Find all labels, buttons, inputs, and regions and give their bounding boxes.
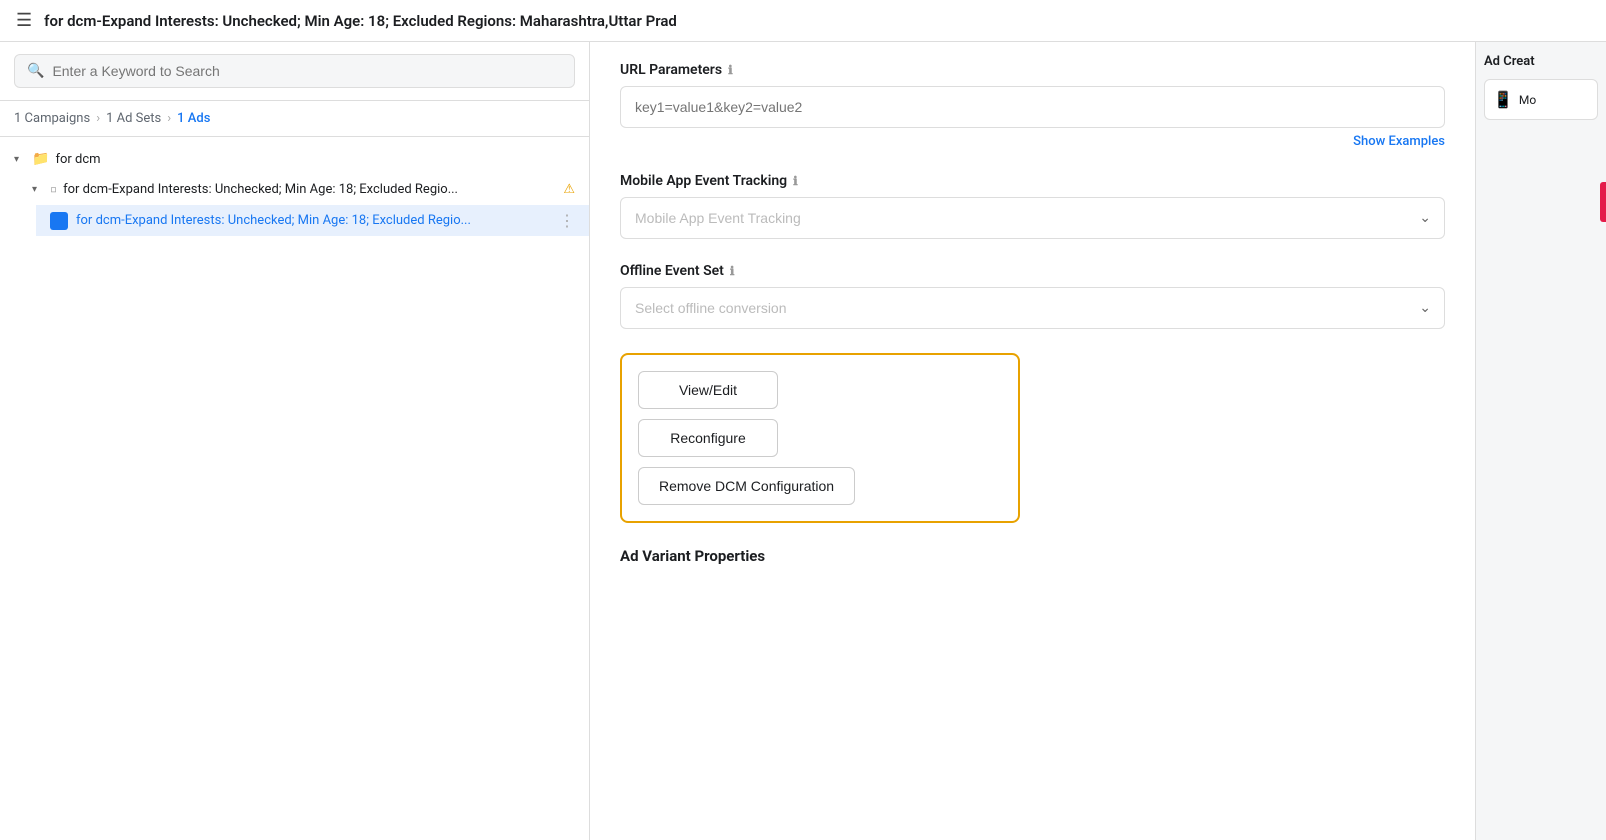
mobile-app-select[interactable]: Mobile App Event Tracking bbox=[620, 197, 1445, 239]
breadcrumb: 1 Campaigns › 1 Ad Sets › 1 Ads bbox=[0, 101, 589, 137]
mobile-app-select-wrapper: Mobile App Event Tracking ⌄ bbox=[620, 197, 1445, 239]
search-wrapper: 🔍 bbox=[14, 54, 575, 88]
url-parameters-group: URL Parameters ℹ Show Examples bbox=[620, 62, 1445, 149]
page-title: for dcm-Expand Interests: Unchecked; Min… bbox=[44, 12, 677, 30]
tree-ad-indent: for dcm-Expand Interests: Unchecked; Min… bbox=[36, 205, 589, 236]
url-parameters-label: URL Parameters ℹ bbox=[620, 62, 1445, 78]
adset-label: for dcm-Expand Interests: Unchecked; Min… bbox=[63, 182, 557, 197]
mobile-app-event-tracking-group: Mobile App Event Tracking ℹ Mobile App E… bbox=[620, 173, 1445, 239]
search-icon: 🔍 bbox=[27, 63, 44, 79]
tree-ad-node[interactable]: for dcm-Expand Interests: Unchecked; Min… bbox=[36, 205, 589, 236]
main-layout: 🔍 1 Campaigns › 1 Ad Sets › 1 Ads ▾ 📁 fo… bbox=[0, 42, 1606, 840]
ad-menu-icon[interactable]: ⋮ bbox=[559, 211, 575, 230]
adset-chevron-icon: ▾ bbox=[32, 184, 44, 195]
offline-event-set-group: Offline Event Set ℹ Select offline conve… bbox=[620, 263, 1445, 329]
adset-icon: ▫ bbox=[50, 179, 57, 199]
red-indicator bbox=[1600, 182, 1606, 222]
right-panel-title: Ad Creat bbox=[1484, 54, 1598, 69]
tree-adset-indent: ▾ ▫ for dcm-Expand Interests: Unchecked;… bbox=[18, 173, 589, 205]
campaign-label: for dcm bbox=[55, 152, 575, 167]
breadcrumb-adsets[interactable]: 1 Ad Sets bbox=[106, 111, 161, 126]
folder-icon: 📁 bbox=[32, 151, 49, 167]
breadcrumb-sep-2: › bbox=[167, 111, 171, 126]
remove-dcm-button[interactable]: Remove DCM Configuration bbox=[638, 467, 855, 505]
sidebar-toggle-icon[interactable]: ☰ bbox=[16, 10, 32, 31]
campaign-tree: ▾ 📁 for dcm ▾ ▫ for dcm-Expand Interests… bbox=[0, 137, 589, 840]
right-panel: Ad Creat 📱 Mo bbox=[1476, 42, 1606, 840]
center-content: URL Parameters ℹ Show Examples Mobile Ap… bbox=[590, 42, 1476, 840]
title-bar: ☰ for dcm-Expand Interests: Unchecked; M… bbox=[0, 0, 1606, 42]
breadcrumb-ads[interactable]: 1 Ads bbox=[177, 111, 210, 126]
url-parameters-input[interactable] bbox=[620, 86, 1445, 128]
offline-event-select[interactable]: Select offline conversion bbox=[620, 287, 1445, 329]
campaign-chevron-icon: ▾ bbox=[14, 154, 26, 165]
view-edit-button[interactable]: View/Edit bbox=[638, 371, 778, 409]
ad-variant-properties-group: Ad Variant Properties bbox=[620, 547, 1445, 565]
breadcrumb-campaigns[interactable]: 1 Campaigns bbox=[14, 111, 90, 126]
right-panel-mobile-item[interactable]: 📱 Mo bbox=[1484, 79, 1598, 120]
mobile-phone-icon: 📱 bbox=[1493, 90, 1513, 109]
offline-event-info-icon: ℹ bbox=[730, 264, 735, 278]
mobile-app-label: Mobile App Event Tracking ℹ bbox=[620, 173, 1445, 189]
show-examples-link[interactable]: Show Examples bbox=[1353, 134, 1445, 149]
right-panel-item-label: Mo bbox=[1519, 93, 1536, 107]
sidebar: 🔍 1 Campaigns › 1 Ad Sets › 1 Ads ▾ 📁 fo… bbox=[0, 42, 590, 840]
dcm-box: View/Edit Reconfigure Remove DCM Configu… bbox=[620, 353, 1020, 523]
search-bar: 🔍 bbox=[0, 42, 589, 101]
ad-variant-title: Ad Variant Properties bbox=[620, 547, 1445, 565]
reconfigure-button[interactable]: Reconfigure bbox=[638, 419, 778, 457]
mobile-app-info-icon: ℹ bbox=[793, 174, 798, 188]
warning-icon: ⚠ bbox=[563, 182, 575, 197]
offline-event-select-wrapper: Select offline conversion ⌄ bbox=[620, 287, 1445, 329]
breadcrumb-sep-1: › bbox=[96, 111, 100, 126]
url-parameters-info-icon: ℹ bbox=[728, 63, 733, 77]
offline-event-label: Offline Event Set ℹ bbox=[620, 263, 1445, 279]
ad-icon bbox=[50, 212, 68, 230]
tree-campaign-node[interactable]: ▾ 📁 for dcm bbox=[0, 145, 589, 173]
show-examples-row: Show Examples bbox=[620, 134, 1445, 149]
search-input[interactable] bbox=[52, 63, 562, 79]
ad-label: for dcm-Expand Interests: Unchecked; Min… bbox=[76, 213, 553, 228]
tree-adset-node[interactable]: ▾ ▫ for dcm-Expand Interests: Unchecked;… bbox=[18, 173, 589, 205]
